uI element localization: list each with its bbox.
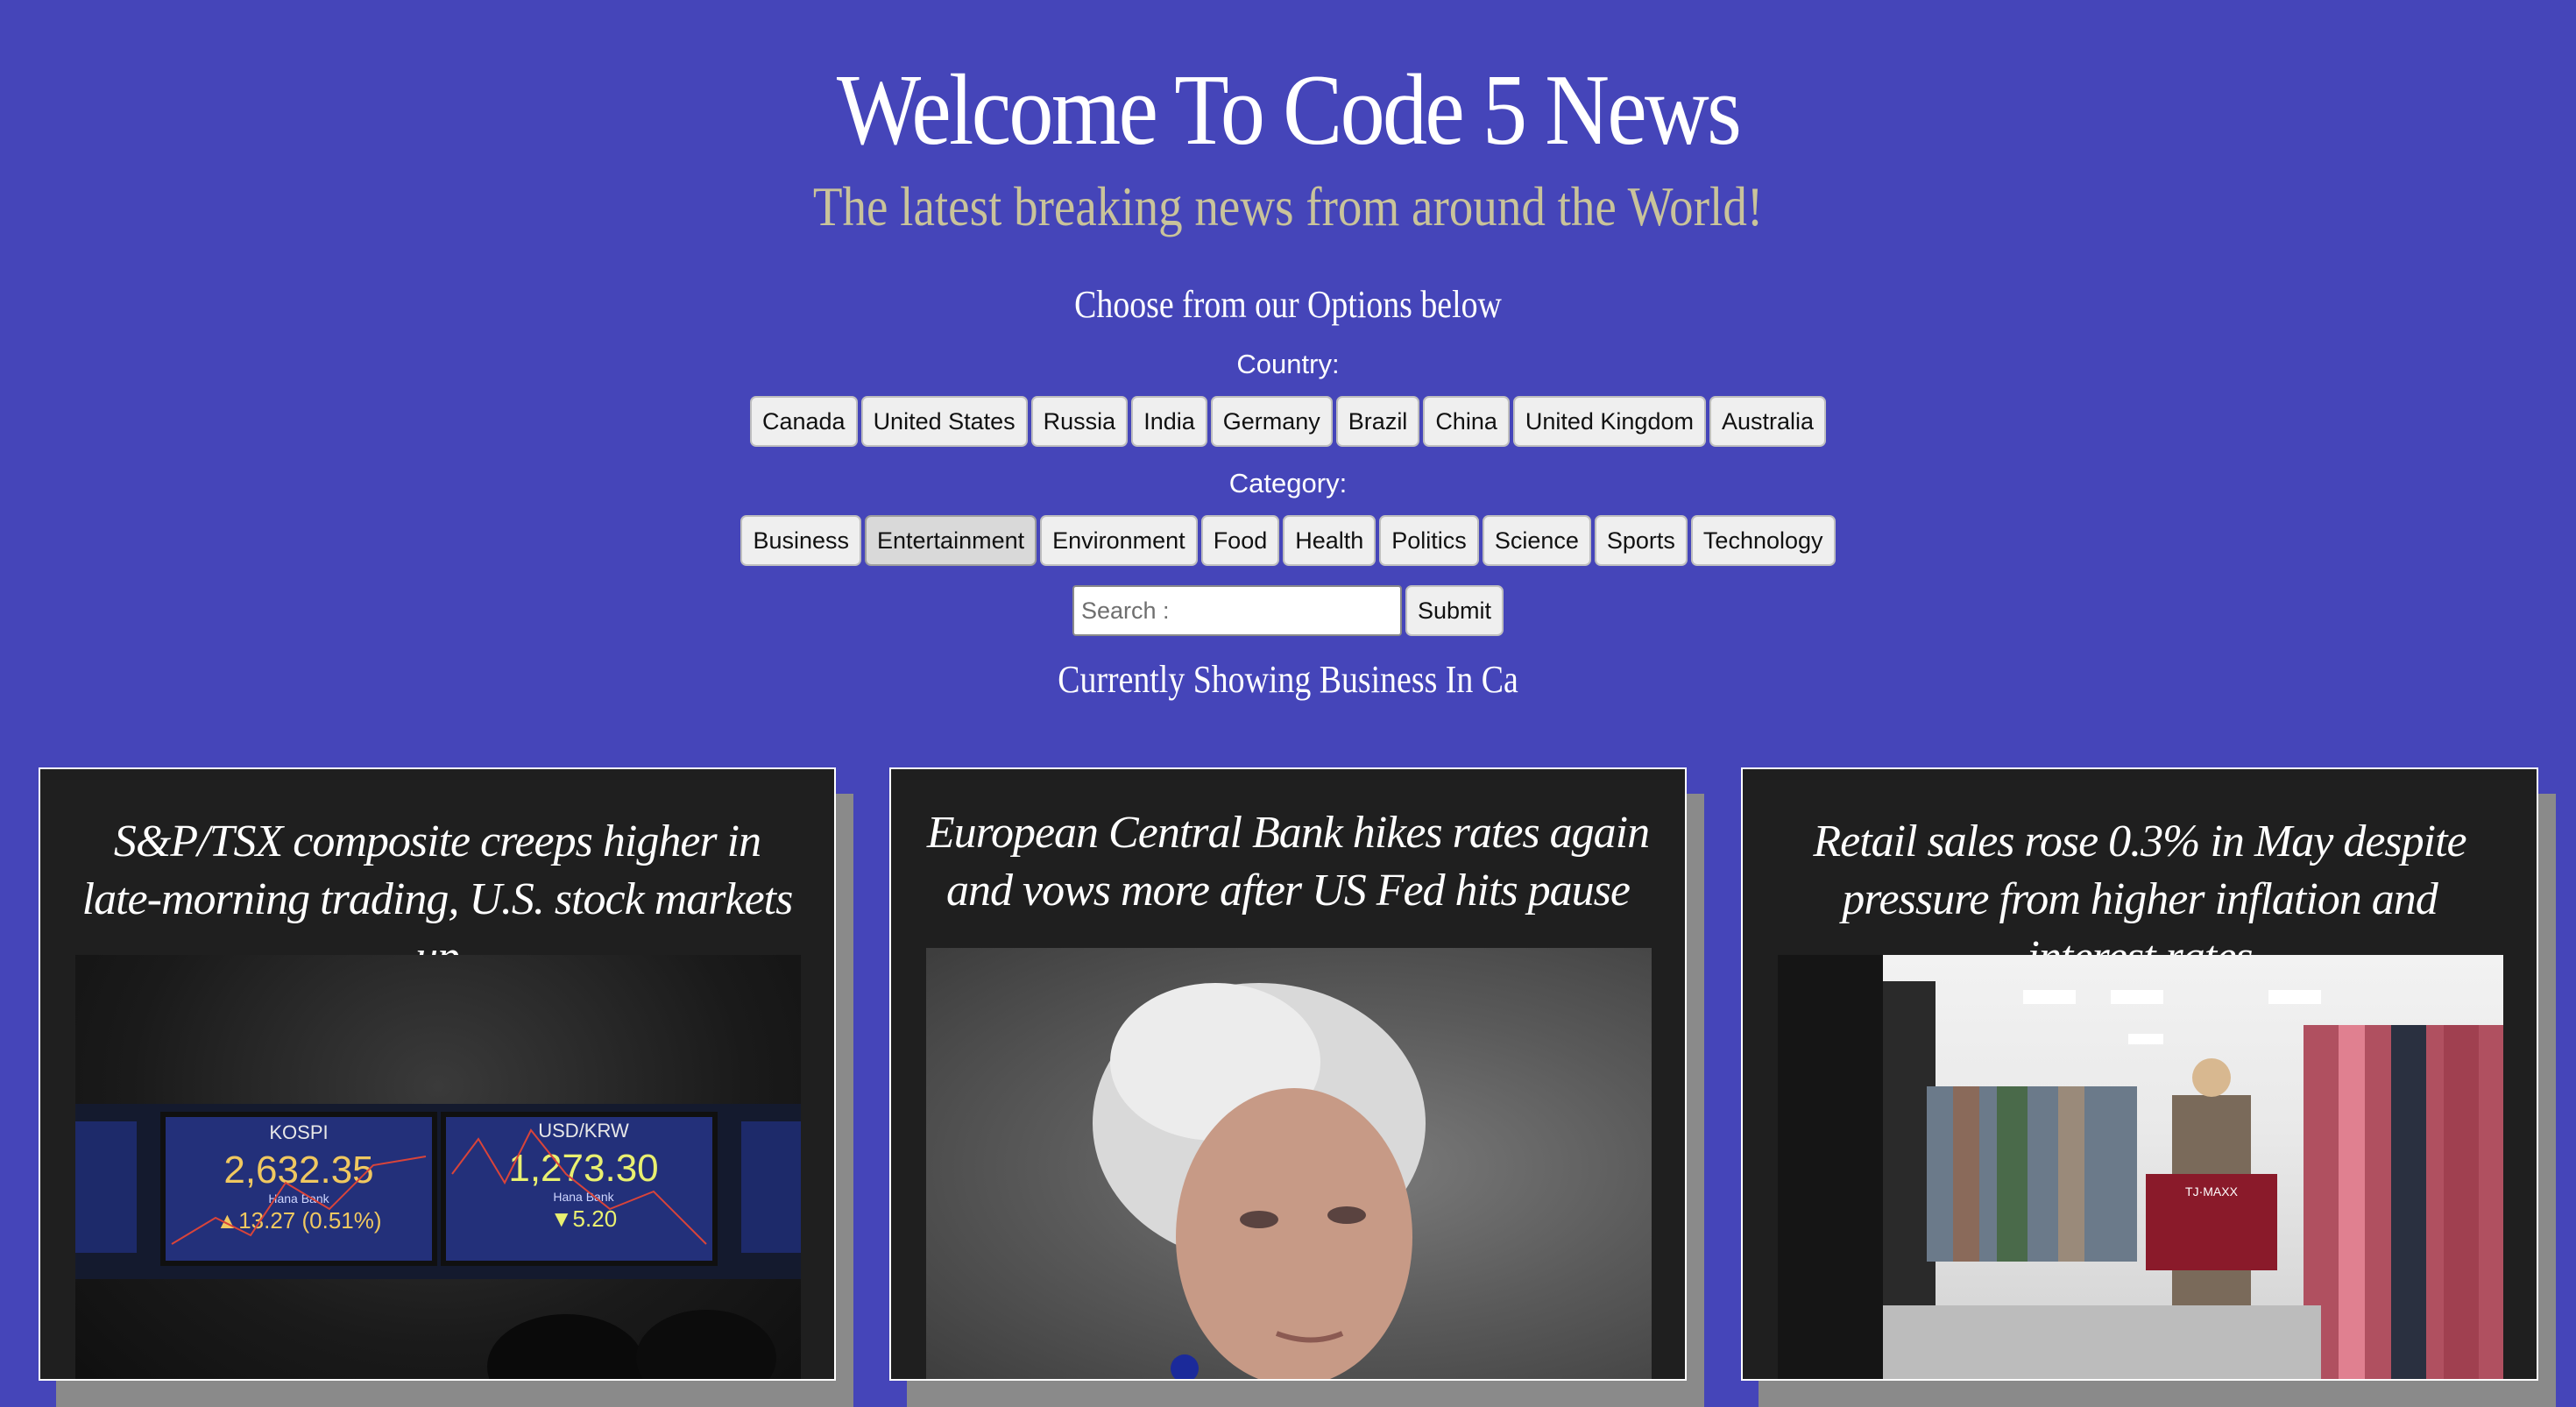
search-form: Submit: [0, 585, 2576, 636]
fx-label: USD/KRW: [538, 1120, 629, 1142]
country-buttons: Canada United States Russia India German…: [0, 396, 2576, 447]
article-image: [926, 948, 1652, 1379]
article-card-body: European Central Bank hikes rates again …: [889, 767, 1687, 1381]
category-button-health[interactable]: Health: [1283, 515, 1376, 566]
site-title: Welcome To Code 5 News: [836, 54, 1742, 166]
search-input[interactable]: [1072, 585, 1402, 636]
category-button-food[interactable]: Food: [1200, 515, 1280, 566]
country-button-germany[interactable]: Germany: [1210, 396, 1333, 447]
article-title[interactable]: European Central Bank hikes rates again …: [926, 804, 1650, 920]
country-button-united-states[interactable]: United States: [860, 396, 1028, 447]
article-image: KOSPI 2,632.35 Hana Bank ▲13.27 (0.51%) …: [75, 955, 801, 1379]
site-tagline: The latest breaking news from around the…: [812, 175, 1764, 237]
article-card[interactable]: S&P/TSX composite creeps higher in late-…: [39, 767, 853, 1407]
fx-bank: Hana Bank: [553, 1190, 614, 1204]
store-illustration: TJ·MAXX: [1778, 955, 2503, 1379]
category-button-business[interactable]: Business: [740, 515, 862, 566]
country-button-russia[interactable]: Russia: [1030, 396, 1129, 447]
country-button-united-kingdom[interactable]: United Kingdom: [1512, 396, 1706, 447]
category-button-environment[interactable]: Environment: [1040, 515, 1198, 566]
kospi-value: 2,632.35: [223, 1149, 373, 1191]
stock-board-illustration: KOSPI 2,632.35 Hana Bank ▲13.27 (0.51%) …: [75, 1104, 801, 1379]
category-buttons: Business Entertainment Environment Food …: [0, 515, 2576, 566]
options-heading: Choose from our Options below: [1074, 283, 1502, 326]
category-button-technology[interactable]: Technology: [1690, 515, 1836, 566]
category-button-politics[interactable]: Politics: [1379, 515, 1479, 566]
country-button-china[interactable]: China: [1423, 396, 1510, 447]
category-label: Category:: [1228, 468, 1348, 498]
kospi-label: KOSPI: [269, 1121, 328, 1143]
fx-change: ▼5.20: [550, 1205, 617, 1232]
article-image: TJ·MAXX: [1778, 955, 2503, 1379]
country-label: Country:: [1236, 349, 1340, 379]
country-button-brazil[interactable]: Brazil: [1335, 396, 1420, 447]
article-card[interactable]: Retail sales rose 0.3% in May despite pr…: [1741, 767, 2556, 1407]
cart-brand: TJ·MAXX: [2185, 1184, 2239, 1198]
portrait-illustration: [1093, 983, 1426, 1379]
current-filter-status: Currently Showing Business In Ca: [1058, 658, 1518, 701]
article-card[interactable]: European Central Bank hikes rates again …: [889, 767, 1704, 1407]
country-button-canada[interactable]: Canada: [749, 396, 858, 447]
article-card-body: Retail sales rose 0.3% in May despite pr…: [1741, 767, 2538, 1381]
fx-value: 1,273.30: [508, 1147, 658, 1190]
page-header: Welcome To Code 5 News The latest breaki…: [0, 0, 2576, 704]
country-button-india[interactable]: India: [1131, 396, 1207, 447]
category-button-science[interactable]: Science: [1482, 515, 1591, 566]
submit-button[interactable]: Submit: [1405, 585, 1504, 636]
category-button-entertainment[interactable]: Entertainment: [865, 515, 1037, 566]
country-button-australia[interactable]: Australia: [1709, 396, 1827, 447]
category-button-sports[interactable]: Sports: [1594, 515, 1688, 566]
article-card-body: S&P/TSX composite creeps higher in late-…: [39, 767, 836, 1381]
